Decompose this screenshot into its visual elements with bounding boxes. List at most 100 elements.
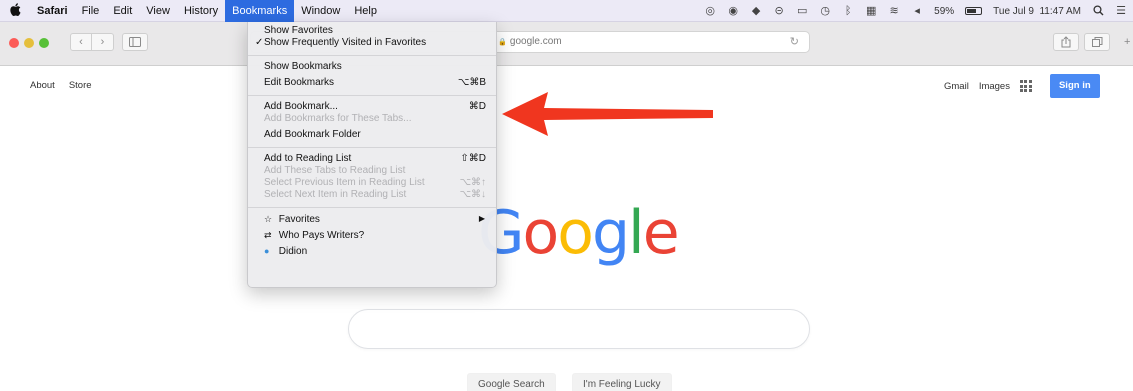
google-apps-icon[interactable] xyxy=(1019,80,1032,92)
menu-item-edit-bookmarks[interactable]: Edit Bookmarks ⌥⌘B xyxy=(248,77,496,89)
menu-window[interactable]: Window xyxy=(294,0,347,22)
apple-logo-svg xyxy=(9,2,20,16)
minimize-window-button[interactable] xyxy=(24,38,34,48)
menu-bookmarks[interactable]: Bookmarks xyxy=(225,0,295,22)
menu-separator xyxy=(248,147,496,148)
store-link[interactable]: Store xyxy=(69,80,92,91)
menu-item-label: Select Previous Item in Reading List xyxy=(264,177,425,188)
menu-item-add-bookmark-folder[interactable]: Add Bookmark Folder xyxy=(248,129,496,141)
menu-file[interactable]: File xyxy=(75,0,107,22)
logo-letter: o xyxy=(557,198,594,268)
menu-item-add-to-reading-list[interactable]: Add to Reading List ⇧⌘D xyxy=(248,153,496,165)
menu-item-label: Add Bookmark Folder xyxy=(264,129,361,140)
sidebar-toggle-button[interactable] xyxy=(122,33,148,51)
safari-toolbar: ‹ › 🔒 google.com ↻ + xyxy=(0,22,1133,66)
feeling-lucky-button[interactable]: I'm Feeling Lucky xyxy=(572,373,672,391)
logo-letter: g xyxy=(591,198,630,268)
menu-item-label: Add to Reading List xyxy=(264,153,352,164)
airplay-icon[interactable]: ▭ xyxy=(796,5,808,17)
menubar-clock[interactable]: Tue Jul 9 11:47 AM xyxy=(993,6,1081,17)
nav-buttons: ‹ › xyxy=(70,33,114,51)
google-left-links: About Store xyxy=(30,80,92,91)
bookmarks-menu: Show Favorites ✓ Show Frequently Visited… xyxy=(247,22,497,288)
menu-bar: Safari File Edit View History Bookmarks … xyxy=(0,0,1133,22)
google-logo: Google xyxy=(478,203,680,263)
menu-item-label: Add Bookmarks for These Tabs... xyxy=(264,113,412,124)
bluetooth-icon[interactable]: ᛒ xyxy=(842,5,854,17)
star-icon: ☆ xyxy=(264,214,273,224)
zoom-window-button[interactable] xyxy=(39,38,49,48)
volume-icon[interactable]: ◂ xyxy=(911,5,923,17)
menu-item-who-pays-writers[interactable]: ⇄ Who Pays Writers? xyxy=(248,229,496,241)
menu-item-add-tabs-to-reading-list: Add These Tabs to Reading List xyxy=(248,165,496,177)
menu-separator xyxy=(248,207,496,208)
dropbox-icon[interactable]: ◆ xyxy=(750,5,762,17)
wifi-icon[interactable]: ≋ xyxy=(888,5,900,17)
menu-item-label: Show Bookmarks xyxy=(264,61,342,72)
menu-item-show-bookmarks[interactable]: Show Bookmarks xyxy=(248,61,496,73)
sidebar-icon xyxy=(129,37,141,47)
google-search-input[interactable] xyxy=(348,309,810,349)
compass-icon[interactable]: ◎ xyxy=(704,5,716,17)
new-tab-button[interactable]: + xyxy=(1124,33,1133,51)
menu-item-shortcut: ⌘D xyxy=(468,101,486,112)
menu-item-label: Edit Bookmarks xyxy=(264,77,335,88)
reload-icon[interactable]: ↻ xyxy=(790,32,799,52)
menu-item-label: Add Bookmark... xyxy=(264,101,338,112)
sign-in-button[interactable]: Sign in xyxy=(1049,74,1100,98)
about-link[interactable]: About xyxy=(30,80,55,91)
time-machine-icon[interactable]: ◷ xyxy=(819,5,831,17)
menu-history[interactable]: History xyxy=(177,0,225,22)
menu-separator xyxy=(248,95,496,96)
spotlight-svg xyxy=(1092,5,1103,16)
gmail-link[interactable]: Gmail xyxy=(944,81,969,92)
battery-fill xyxy=(967,9,977,13)
annotation-arrow-icon xyxy=(502,92,713,136)
battery-percent[interactable]: 59% xyxy=(934,6,954,17)
battery-icon[interactable] xyxy=(965,7,983,15)
menu-item-select-previous-reading-item: Select Previous Item in Reading List ⌥⌘↑ xyxy=(248,177,496,189)
menu-item-label: Select Next Item in Reading List xyxy=(264,189,407,200)
share-button[interactable] xyxy=(1053,33,1079,51)
dashboard-icon[interactable]: ◉ xyxy=(727,5,739,17)
menu-item-add-bookmark[interactable]: Add Bookmark... ⌘D xyxy=(248,101,496,113)
cloud-icon[interactable]: ⊝ xyxy=(773,5,785,17)
images-link[interactable]: Images xyxy=(979,81,1010,92)
menu-item-select-next-reading-item: Select Next Item in Reading List ⌥⌘↓ xyxy=(248,189,496,201)
back-button[interactable]: ‹ xyxy=(70,33,92,51)
menu-item-favorites[interactable]: ☆ Favorites ▶ xyxy=(248,213,496,225)
menu-item-shortcut: ⇧⌘D xyxy=(460,153,486,164)
lock-icon: 🔒 xyxy=(498,39,508,46)
menu-item-shortcut: ⌥⌘↓ xyxy=(459,189,486,200)
menu-separator xyxy=(248,55,496,56)
google-search-button[interactable]: Google Search xyxy=(467,373,556,391)
menu-item-label: Show Frequently Visited in Favorites xyxy=(264,37,427,48)
submenu-arrow-icon: ▶ xyxy=(478,214,485,223)
menu-safari[interactable]: Safari xyxy=(30,0,75,22)
menu-item-label: Favorites xyxy=(278,214,320,225)
keyboard-icon[interactable]: ▦ xyxy=(865,5,877,17)
tabs-icon xyxy=(1091,37,1102,47)
menu-item-didion[interactable]: ● Didion xyxy=(248,245,496,257)
spotlight-icon[interactable] xyxy=(1092,5,1104,17)
menu-edit[interactable]: Edit xyxy=(106,0,139,22)
share-icon xyxy=(1061,36,1071,48)
menu-item-label: Who Pays Writers? xyxy=(278,230,365,241)
address-text: google.com xyxy=(509,36,562,47)
menu-item-label: Show Favorites xyxy=(264,25,333,36)
menu-item-show-frequently-visited[interactable]: ✓ Show Frequently Visited in Favorites xyxy=(248,37,496,49)
menu-item-show-favorites[interactable]: Show Favorites xyxy=(248,25,496,37)
menu-item-label: Didion xyxy=(278,246,308,257)
show-tabs-button[interactable] xyxy=(1084,33,1110,51)
close-window-button[interactable] xyxy=(9,38,19,48)
notification-center-icon[interactable]: ☰ xyxy=(1115,5,1127,17)
menu-item-shortcut: ⌥⌘↑ xyxy=(459,177,486,188)
apple-icon[interactable] xyxy=(0,2,30,19)
logo-letter: l xyxy=(628,198,645,268)
logo-letter: e xyxy=(642,198,680,268)
menu-help[interactable]: Help xyxy=(347,0,384,22)
forward-button[interactable]: › xyxy=(92,33,114,51)
status-area: ◎ ◉ ◆ ⊝ ▭ ◷ ᛒ ▦ ≋ ◂ 59% Tue Jul 9 11:47 … xyxy=(704,0,1127,22)
menu-view[interactable]: View xyxy=(139,0,177,22)
menu-item-label: Add These Tabs to Reading List xyxy=(264,165,406,176)
